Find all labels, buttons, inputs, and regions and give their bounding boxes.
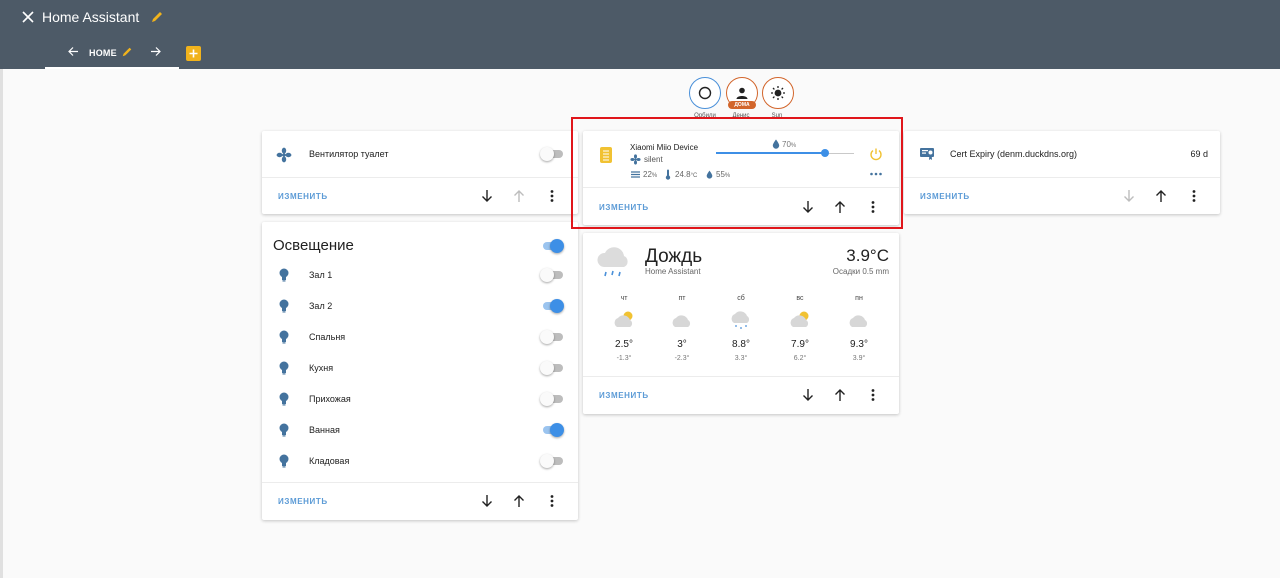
- move-down-icon[interactable]: [480, 189, 494, 203]
- more-options-icon[interactable]: [545, 189, 559, 203]
- partly-cloudy-icon: [790, 311, 809, 327]
- fan-edit-button[interactable]: ИЗМЕНИТЬ: [278, 192, 328, 201]
- lightbulb-icon: [279, 268, 289, 282]
- weather-condition: Дождь: [645, 246, 703, 267]
- fan-name: Вентилятор туалет: [309, 149, 389, 159]
- light-name: Зал 1: [309, 270, 333, 280]
- cert-edit-button[interactable]: ИЗМЕНИТЬ: [920, 192, 970, 201]
- lights-edit-button[interactable]: ИЗМЕНИТЬ: [278, 497, 328, 506]
- cert-value: 69 d: [1190, 149, 1208, 159]
- move-up-icon[interactable]: [512, 494, 526, 508]
- edit-title-pencil-icon[interactable]: [150, 10, 164, 24]
- arrow-left-icon[interactable]: [67, 45, 80, 58]
- arrow-right-icon[interactable]: [149, 45, 162, 58]
- add-view-button[interactable]: [186, 46, 201, 61]
- cert-name: Cert Expiry (denm.duckdns.org): [950, 149, 1078, 159]
- lights-master-toggle[interactable]: [540, 239, 564, 253]
- light-toggle[interactable]: [540, 299, 564, 313]
- lights-card: Освещение Зал 1 Зал 2 Спальня Кухня Прихожая…: [262, 222, 578, 520]
- lights-card-title: Освещение: [273, 237, 354, 254]
- forecast-high: 7.9°: [791, 339, 809, 350]
- circle-icon: [698, 86, 712, 100]
- badge-zone[interactable]: [689, 77, 721, 109]
- move-down-icon[interactable]: [1122, 189, 1136, 203]
- cert-card: Cert Expiry (denm.duckdns.org) 69 d ИЗМЕ…: [904, 131, 1220, 214]
- plus-icon: [189, 49, 198, 58]
- forecast-low: 3.9°: [852, 355, 866, 362]
- lightbulb-icon: [279, 330, 289, 344]
- partly-cloudy-icon: [614, 311, 633, 327]
- forecast-high: 3°: [677, 339, 687, 350]
- forecast-low: 6.2°: [793, 355, 807, 362]
- cloudy-icon: [849, 315, 868, 327]
- light-name: Кухня: [309, 363, 334, 373]
- view-tab-label: HOME: [89, 48, 117, 58]
- card-divider: [262, 482, 578, 483]
- light-toggle[interactable]: [540, 330, 564, 344]
- move-up-icon[interactable]: [512, 189, 526, 203]
- light-toggle[interactable]: [540, 268, 564, 282]
- lightbulb-icon: [279, 423, 289, 437]
- edit-view-pencil-icon[interactable]: [121, 46, 133, 58]
- forecast-day: пн: [855, 295, 863, 302]
- cloudy-icon: [672, 315, 691, 327]
- app-title: Home Assistant: [42, 9, 140, 25]
- light-toggle[interactable]: [540, 454, 564, 468]
- forecast-day: пт: [678, 295, 686, 302]
- card-divider: [904, 177, 1220, 178]
- weather-card: Дождь Home Assistant 3.9°C Осадки 0.5 mm…: [583, 233, 899, 414]
- card-divider: [262, 177, 578, 178]
- forecast-high: 8.8°: [732, 339, 750, 350]
- more-options-icon[interactable]: [1187, 189, 1201, 203]
- light-toggle[interactable]: [540, 361, 564, 375]
- lightbulb-icon: [279, 361, 289, 375]
- fan-toggle[interactable]: [540, 147, 564, 161]
- forecast-low: -2.3°: [674, 355, 690, 362]
- certificate-icon: [920, 148, 934, 160]
- weather-precipitation: Осадки 0.5 mm: [832, 267, 889, 276]
- weather-temperature: 3.9°C: [846, 246, 889, 265]
- view-tab-home[interactable]: HOME: [45, 44, 179, 69]
- forecast-low: 3.3°: [734, 355, 748, 362]
- person-icon: [736, 87, 748, 99]
- weather-source: Home Assistant: [645, 267, 701, 276]
- fan-icon: [276, 147, 292, 163]
- snowy-icon: [731, 311, 750, 329]
- light-name: Зал 2: [309, 301, 333, 311]
- move-up-icon[interactable]: [833, 388, 847, 402]
- move-down-icon[interactable]: [480, 494, 494, 508]
- more-options-icon[interactable]: [545, 494, 559, 508]
- more-options-icon[interactable]: [866, 388, 880, 402]
- light-name: Спальня: [309, 332, 346, 342]
- card-divider: [583, 376, 899, 377]
- move-up-icon[interactable]: [1154, 189, 1168, 203]
- light-name: Ванная: [309, 425, 340, 435]
- light-toggle[interactable]: [540, 423, 564, 437]
- forecast-day: вс: [796, 295, 804, 302]
- light-toggle[interactable]: [540, 392, 564, 406]
- forecast-high: 9.3°: [850, 339, 868, 350]
- forecast-day: чт: [620, 295, 628, 302]
- sun-icon: [771, 86, 785, 100]
- forecast-day: сб: [737, 295, 745, 302]
- lightbulb-icon: [279, 454, 289, 468]
- fan-card: Вентилятор туалет ИЗМЕНИТЬ: [262, 131, 578, 214]
- light-name: Кладовая: [309, 456, 350, 466]
- rainy-icon: [597, 247, 628, 277]
- lightbulb-icon: [279, 392, 289, 406]
- badge-person-state: ДОМА: [728, 101, 756, 109]
- lightbulb-icon: [279, 299, 289, 313]
- move-down-icon[interactable]: [801, 388, 815, 402]
- weather-edit-button[interactable]: ИЗМЕНИТЬ: [599, 391, 649, 400]
- selection-highlight: [571, 117, 903, 229]
- badge-sun[interactable]: [762, 77, 794, 109]
- forecast-high: 2.5°: [615, 339, 633, 350]
- forecast-low: -1.3°: [616, 355, 632, 362]
- light-name: Прихожая: [309, 394, 351, 404]
- close-icon[interactable]: [20, 9, 36, 25]
- left-edge: [0, 69, 3, 578]
- app-toolbar: Home Assistant HOME: [0, 0, 1280, 69]
